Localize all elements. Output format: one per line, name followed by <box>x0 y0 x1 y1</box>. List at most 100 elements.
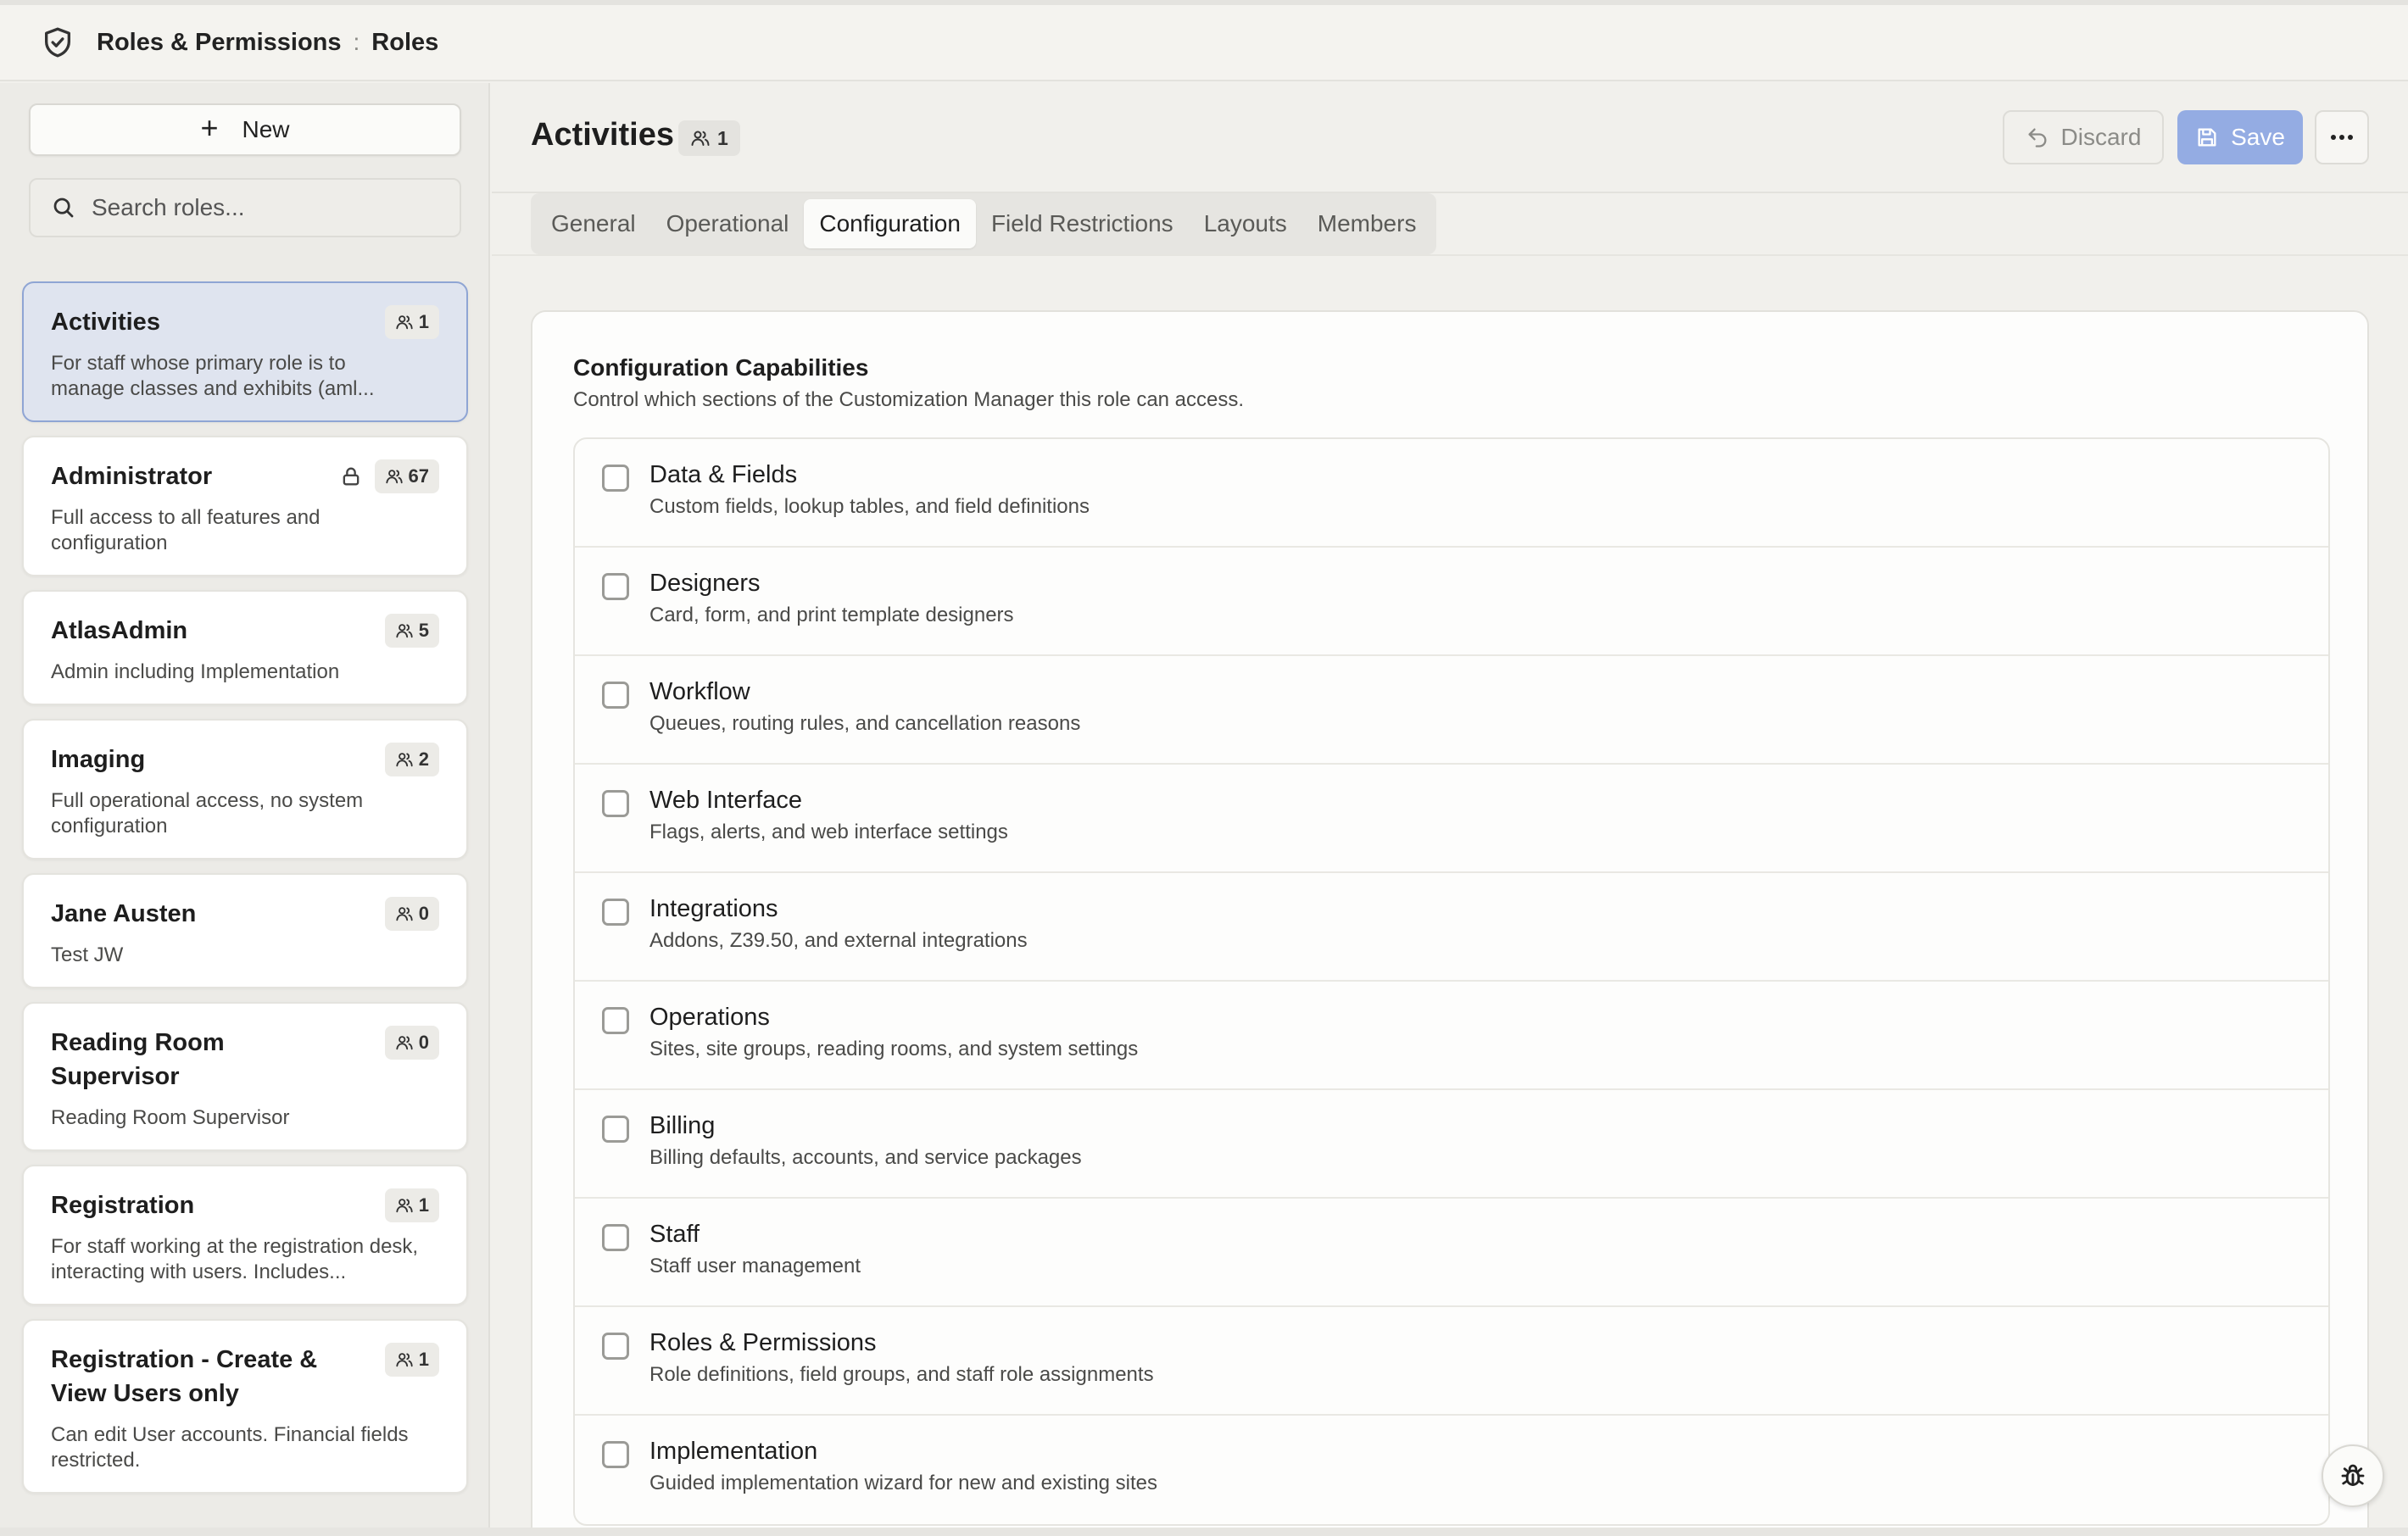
role-card[interactable]: Jane Austen 0 Test JW <box>22 873 468 988</box>
member-count-badge: 1 <box>678 120 740 156</box>
debug-button[interactable] <box>2322 1444 2384 1507</box>
capability-name: Designers <box>649 570 761 597</box>
role-member-count-badge: 1 <box>384 305 439 339</box>
plus-icon: + <box>200 110 219 145</box>
users-icon <box>385 467 409 486</box>
capability-checkbox[interactable] <box>602 790 629 817</box>
capability-name: Integrations <box>649 895 778 922</box>
tab-field-restrictions[interactable]: Field Restrictions <box>976 199 1189 248</box>
discard-button[interactable]: Discard <box>2003 110 2164 164</box>
breadcrumb-page: Roles <box>371 28 439 56</box>
page-title: Activities <box>531 117 674 153</box>
capability-checkbox[interactable] <box>602 1441 629 1468</box>
capability-checkbox[interactable] <box>602 573 629 600</box>
panel-subtitle: Control which sections of the Customizat… <box>573 388 1245 411</box>
capability-row: Roles & Permissions Role definitions, fie… <box>575 1307 2328 1416</box>
role-editor: Activities 1 Discard Save General Operat… <box>492 83 2408 1536</box>
save-label: Save <box>2231 124 2285 150</box>
role-description: Full operational access, no system confi… <box>51 789 364 838</box>
save-button[interactable]: Save <box>2177 110 2303 164</box>
users-icon <box>395 313 419 331</box>
role-member-count-badge: 1 <box>384 1188 439 1222</box>
capability-row: Billing Billing defaults, accounts, and s… <box>575 1090 2328 1199</box>
tabs-divider <box>492 254 2408 256</box>
window-bottom-strip <box>0 1528 2408 1536</box>
role-badges: 5 <box>384 614 439 648</box>
role-card[interactable]: AtlasAdmin 5 Admin including Implementatio… <box>22 590 468 705</box>
role-tabs: General Operational Configuration Field Res… <box>531 193 1437 254</box>
capability-description: Custom fields, lookup tables, and field … <box>649 495 1090 518</box>
role-member-count: 1 <box>418 1194 429 1216</box>
role-name: Registration - Create & View Users only <box>51 1346 318 1407</box>
capability-name: Implementation <box>649 1438 818 1465</box>
capability-checkbox[interactable] <box>602 1116 629 1143</box>
capability-checkbox[interactable] <box>602 465 629 492</box>
role-name: Imaging <box>51 746 146 773</box>
role-badges: 1 <box>384 1188 439 1222</box>
new-role-label: New <box>242 116 290 142</box>
role-member-count-badge: 0 <box>384 897 439 931</box>
role-description: Test JW <box>51 943 124 966</box>
capability-description: Sites, site groups, reading rooms, and s… <box>649 1038 1139 1060</box>
role-badges: 0 <box>384 897 439 931</box>
role-description: Reading Room Supervisor <box>51 1106 290 1129</box>
role-member-count-badge: 67 <box>374 459 439 493</box>
role-member-count: 1 <box>418 1349 429 1370</box>
capability-description: Role definitions, field groups, and staf… <box>649 1363 1154 1386</box>
role-member-count-badge: 1 <box>384 1343 439 1377</box>
breadcrumb-separator: : <box>353 29 360 55</box>
undo-icon <box>2026 125 2061 149</box>
capability-list: Data & Fields Custom fields, lookup table… <box>573 437 2330 1526</box>
role-member-count: 67 <box>408 465 429 487</box>
tab-members[interactable]: Members <box>1302 199 1432 248</box>
role-list: Activities 1 For staff whose primary role … <box>22 281 468 1507</box>
role-member-count-badge: 0 <box>384 1026 439 1060</box>
new-role-button[interactable]: + New <box>29 103 461 156</box>
role-member-count: 5 <box>418 620 429 641</box>
role-badges: 1 <box>384 305 439 339</box>
role-description: For staff working at the registration de… <box>51 1235 419 1283</box>
role-name: Reading Room Supervisor <box>51 1029 225 1090</box>
tab-configuration[interactable]: Configuration <box>804 199 976 248</box>
bug-icon <box>2338 1461 2368 1491</box>
capability-name: Roles & Permissions <box>649 1329 877 1356</box>
role-card[interactable]: Imaging 2 Full operational access, no syst… <box>22 719 468 860</box>
role-name: Administrator <box>51 463 213 490</box>
capability-row: Workflow Queues, routing rules, and cance… <box>575 656 2328 765</box>
capability-name: Staff <box>649 1221 700 1248</box>
capability-name: Operations <box>649 1004 770 1031</box>
role-badges: 67 <box>339 459 439 493</box>
breadcrumb-section[interactable]: Roles & Permissions <box>97 29 342 57</box>
capability-row: Integrations Addons, Z39.50, and external… <box>575 873 2328 982</box>
capability-description: Staff user management <box>649 1255 861 1277</box>
tab-operational[interactable]: Operational <box>651 199 805 248</box>
role-member-count-badge: 5 <box>384 614 439 648</box>
capability-name: Workflow <box>649 678 750 705</box>
role-card[interactable]: Registration 1 For staff working at the re… <box>22 1165 468 1305</box>
role-card[interactable]: Registration - Create & View Users only 1… <box>22 1319 468 1494</box>
role-card[interactable]: Administrator 67 Full access to all featur… <box>22 436 468 576</box>
capability-checkbox[interactable] <box>602 682 629 709</box>
role-editor-header: Activities 1 Discard Save <box>492 83 2408 193</box>
capability-checkbox[interactable] <box>602 1007 629 1034</box>
capability-row: Designers Card, form, and print template … <box>575 548 2328 656</box>
capability-checkbox[interactable] <box>602 899 629 926</box>
users-icon <box>395 1196 419 1215</box>
roles-sidebar: + New Activities 1 For staff whose primary… <box>0 83 490 1528</box>
role-member-count: 0 <box>418 903 429 924</box>
capability-checkbox[interactable] <box>602 1224 629 1251</box>
users-icon <box>690 128 717 148</box>
more-options-button[interactable] <box>2315 110 2369 164</box>
role-card[interactable]: Activities 1 For staff whose primary role … <box>22 281 468 422</box>
search-roles-box[interactable] <box>29 178 461 237</box>
tab-layouts[interactable]: Layouts <box>1189 199 1302 248</box>
tab-general[interactable]: General <box>536 199 651 248</box>
discard-label: Discard <box>2060 124 2142 150</box>
role-card[interactable]: Reading Room Supervisor 0 Reading Room Sup… <box>22 1002 468 1151</box>
search-roles-input[interactable] <box>92 194 431 221</box>
capability-checkbox[interactable] <box>602 1333 629 1360</box>
member-count: 1 <box>717 126 728 149</box>
users-icon <box>395 750 419 769</box>
save-icon <box>2195 125 2231 149</box>
panel-title: Configuration Capabilities <box>573 354 869 381</box>
